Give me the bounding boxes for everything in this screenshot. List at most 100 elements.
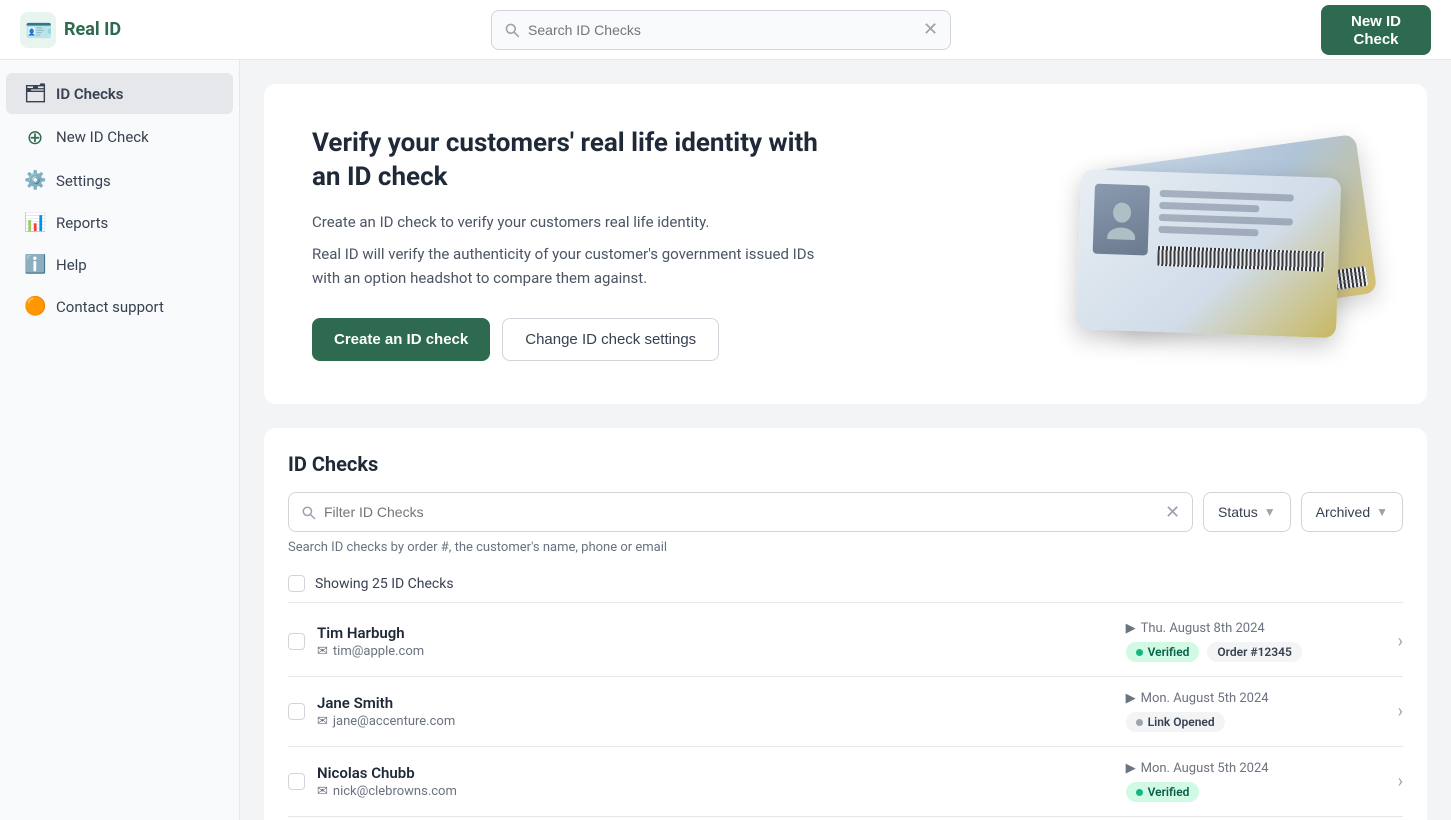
link-badge-1: Link Opened	[1126, 712, 1225, 732]
email-icon-2: ✉	[317, 784, 328, 799]
row-arrow-1: ›	[1398, 701, 1403, 722]
id-lines	[1155, 186, 1327, 324]
hero-desc2: Real ID will verify the authenticity of …	[312, 242, 832, 290]
filter-hint: Search ID checks by order #, the custome…	[288, 540, 1403, 555]
row-name-1: Jane Smith	[317, 694, 1114, 712]
row-email-1: ✉ jane@accenture.com	[317, 714, 1114, 729]
row-badges-2: Verified	[1126, 782, 1200, 802]
id-checks-icon: 🗂	[24, 83, 46, 104]
sidebar-label-id-checks: ID Checks	[56, 85, 124, 103]
reports-icon: 📊	[24, 212, 46, 233]
row-info-1: Jane Smith ✉ jane@accenture.com	[317, 694, 1114, 729]
change-settings-button[interactable]: Change ID check settings	[502, 318, 719, 361]
sidebar-item-settings[interactable]: ⚙️ Settings	[6, 160, 233, 201]
id-checks-section: ID Checks ✕ Status ▼ Archived ▼	[264, 428, 1427, 820]
sidebar-item-contact-support[interactable]: 🟠 Contact support	[6, 286, 233, 327]
filter-input-wrapper[interactable]: ✕	[288, 492, 1193, 532]
flag-icon-2: ▶	[1126, 761, 1136, 776]
status-filter-button[interactable]: Status ▼	[1203, 492, 1291, 532]
sidebar-label-settings: Settings	[56, 172, 111, 190]
sidebar-label-contact-support: Contact support	[56, 298, 164, 316]
hero-content: Verify your customers' real life identit…	[312, 127, 832, 362]
row-arrow-2: ›	[1398, 771, 1403, 792]
row-badges-0: Verified Order #12345	[1126, 642, 1302, 662]
row-arrow-0: ›	[1398, 631, 1403, 652]
archived-label: Archived	[1316, 504, 1370, 520]
status-label: Status	[1218, 504, 1258, 520]
filter-input[interactable]	[324, 504, 1157, 520]
sidebar-item-id-checks[interactable]: 🗂 ID Checks	[6, 73, 233, 114]
row-checkbox-0[interactable]	[288, 633, 305, 650]
id-line-1	[1160, 190, 1294, 202]
row-email-2: ✉ nick@clebrowns.com	[317, 784, 1114, 799]
global-search-input[interactable]	[528, 22, 915, 38]
filter-clear-icon[interactable]: ✕	[1165, 502, 1180, 523]
help-icon: ℹ️	[24, 254, 46, 275]
row-checkbox-1[interactable]	[288, 703, 305, 720]
row-meta-1: ▶ Mon. August 5th 2024 Link Opened	[1126, 691, 1386, 732]
row-info-2: Nicolas Chubb ✉ nick@clebrowns.com	[317, 764, 1114, 799]
clear-search-icon[interactable]: ✕	[923, 19, 938, 40]
new-id-check-icon: ⊕	[24, 125, 46, 149]
flag-icon-1: ▶	[1126, 691, 1136, 706]
id-line-2	[1159, 202, 1259, 212]
flag-icon-0: ▶	[1126, 621, 1136, 636]
main-content: Verify your customers' real life identit…	[240, 60, 1451, 820]
sidebar-label-new-id-check: New ID Check	[56, 128, 149, 146]
archived-chevron-icon: ▼	[1376, 505, 1388, 519]
verified-badge-2: Verified	[1126, 782, 1200, 802]
hero-actions: Create an ID check Change ID check setti…	[312, 318, 832, 361]
hero-card: Verify your customers' real life identit…	[264, 84, 1427, 404]
select-all-row: Showing 25 ID Checks	[288, 569, 1403, 603]
create-id-check-button[interactable]: Create an ID check	[312, 318, 490, 361]
logo: 🪪 Real ID	[20, 12, 121, 48]
svg-text:🪪: 🪪	[25, 19, 52, 44]
row-date-1: ▶ Mon. August 5th 2024	[1126, 691, 1269, 706]
row-badges-1: Link Opened	[1126, 712, 1225, 732]
id-card-front	[1076, 169, 1341, 338]
sidebar-item-reports[interactable]: 📊 Reports	[6, 202, 233, 243]
row-email-0: ✉ tim@apple.com	[317, 644, 1114, 659]
row-meta-2: ▶ Mon. August 5th 2024 Verified	[1126, 761, 1386, 802]
row-meta-0: ▶ Thu. August 8th 2024 Verified Order #1…	[1126, 621, 1386, 662]
row-date-0: ▶ Thu. August 8th 2024	[1126, 621, 1265, 636]
row-date-2: ▶ Mon. August 5th 2024	[1126, 761, 1269, 776]
verified-dot-2	[1136, 789, 1143, 796]
filter-row: ✕ Status ▼ Archived ▼	[288, 492, 1403, 532]
select-all-checkbox[interactable]	[288, 575, 305, 592]
email-icon-0: ✉	[317, 644, 328, 659]
global-search-bar[interactable]: ✕	[491, 10, 951, 50]
id-line-3	[1159, 214, 1293, 226]
link-dot-1	[1136, 719, 1143, 726]
showing-count: Showing 25 ID Checks	[315, 576, 454, 592]
filter-search-icon	[301, 505, 316, 520]
sidebar-label-reports: Reports	[56, 214, 108, 232]
sidebar-item-new-id-check[interactable]: ⊕ New ID Check	[6, 115, 233, 159]
order-badge-0: Order #12345	[1207, 642, 1301, 662]
settings-icon: ⚙️	[24, 170, 46, 191]
logo-icon: 🪪	[20, 12, 56, 48]
sidebar-item-help[interactable]: ℹ️ Help	[6, 244, 233, 285]
email-icon-1: ✉	[317, 714, 328, 729]
row-info-0: Tim Harbugh ✉ tim@apple.com	[317, 624, 1114, 659]
id-card-illustration	[1059, 124, 1379, 364]
status-chevron-icon: ▼	[1264, 505, 1276, 519]
archived-filter-button[interactable]: Archived ▼	[1301, 492, 1403, 532]
new-id-check-button[interactable]: New ID Check	[1321, 5, 1431, 55]
row-checkbox-2[interactable]	[288, 773, 305, 790]
search-icon	[504, 22, 520, 38]
table-row[interactable]: Nicolas Chubb ✉ nick@clebrowns.com ▶ Mon…	[288, 747, 1403, 817]
logo-text: Real ID	[64, 19, 121, 40]
sidebar-label-help: Help	[56, 256, 87, 274]
sidebar: 🗂 ID Checks ⊕ New ID Check ⚙️ Settings 📊…	[0, 60, 240, 820]
id-line-4	[1158, 226, 1258, 236]
row-name-2: Nicolas Chubb	[317, 764, 1114, 782]
row-name-0: Tim Harbugh	[317, 624, 1114, 642]
verified-dot-0	[1136, 649, 1143, 656]
table-row[interactable]: Tim Harbugh ✉ tim@apple.com ▶ Thu. Augus…	[288, 607, 1403, 677]
contact-support-icon: 🟠	[24, 296, 46, 317]
table-row[interactable]: Jane Smith ✉ jane@accenture.com ▶ Mon. A…	[288, 677, 1403, 747]
id-photo-placeholder	[1093, 184, 1150, 256]
hero-title: Verify your customers' real life identit…	[312, 127, 832, 195]
id-barcode	[1157, 246, 1325, 272]
